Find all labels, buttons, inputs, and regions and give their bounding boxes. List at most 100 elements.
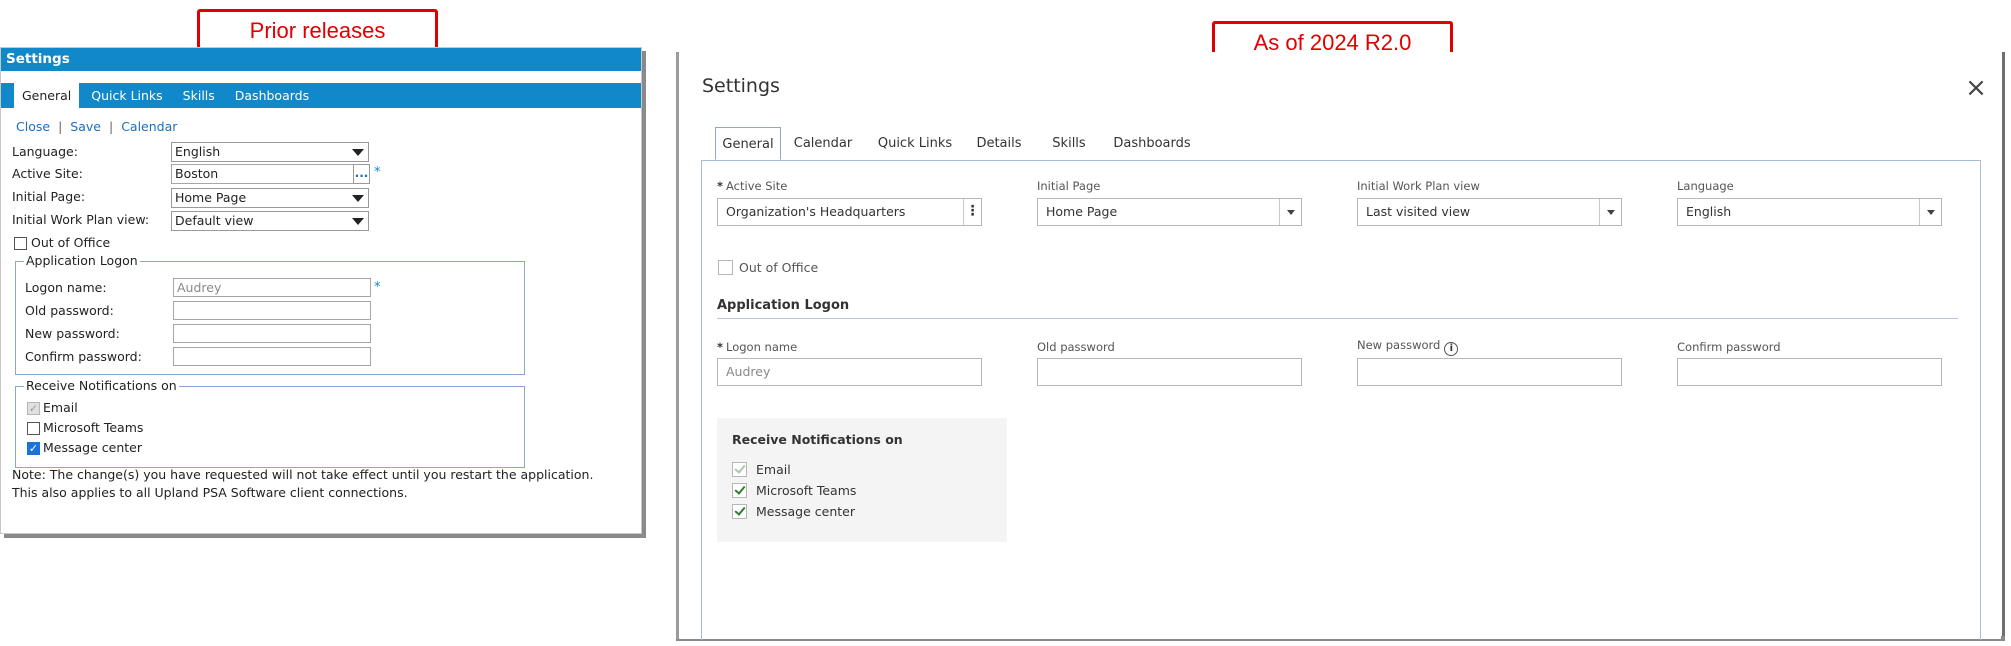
email-label: Email (756, 462, 791, 477)
old-confirm-password-label: Confirm password: (25, 349, 142, 364)
old-new-password-input[interactable] (173, 324, 371, 343)
message-center-checkbox[interactable] (732, 504, 747, 519)
old-tab-skills[interactable]: Skills (175, 83, 223, 108)
language-select[interactable]: English (1677, 198, 1942, 226)
new-password-label: New password i (1357, 338, 1459, 356)
email-checkbox[interactable] (732, 462, 747, 477)
old-teams-checkbox[interactable] (27, 422, 40, 435)
link-separator: | (108, 119, 114, 134)
old-logon-name-value: Audrey (177, 280, 222, 295)
more-vertical-icon[interactable]: ⋮ (963, 199, 981, 225)
confirm-password-input[interactable] (1677, 358, 1942, 386)
old-workplan-label: Initial Work Plan view: (12, 212, 150, 227)
old-language-select[interactable]: English (171, 142, 369, 162)
new-tab-quick-links[interactable]: Quick Links (875, 127, 955, 160)
notifications-panel: Receive Notifications on Email Microsoft… (717, 418, 1007, 542)
chevron-down-icon (1599, 199, 1621, 225)
initial-page-select[interactable]: Home Page (1037, 198, 1302, 226)
old-active-site-value: Boston (175, 166, 219, 181)
old-tab-bar: General Quick Links Skills Dashboards (1, 83, 641, 108)
notifications-heading: Receive Notifications on (732, 432, 903, 447)
old-language-label: Language: (12, 144, 78, 159)
new-window-shadow-right (2002, 52, 2005, 639)
old-logon-name-label: Logon name: (25, 280, 107, 295)
old-workplan-select[interactable]: Default view (171, 211, 369, 231)
old-confirm-password-input[interactable] (173, 347, 371, 366)
old-password-label: Old password (1037, 340, 1115, 354)
new-password-input[interactable] (1357, 358, 1622, 386)
out-of-office-label: Out of Office (739, 260, 819, 275)
old-out-of-office-label: Out of Office (31, 235, 111, 250)
initial-page-label: Initial Page (1037, 179, 1101, 193)
old-save-link[interactable]: Save (70, 119, 101, 134)
old-initial-page-select[interactable]: Home Page (171, 188, 369, 208)
old-logon-name-input[interactable]: Audrey (173, 278, 371, 297)
required-marker: * (374, 280, 381, 295)
chevron-down-icon (352, 195, 364, 202)
old-note-line-1: Note: The change(s) you have requested w… (12, 467, 594, 482)
old-tab-dashboards[interactable]: Dashboards (227, 83, 317, 108)
out-of-office-checkbox[interactable] (718, 260, 733, 275)
required-marker: * (717, 179, 724, 193)
initial-page-value: Home Page (1046, 204, 1118, 219)
workplan-value: Last visited view (1366, 204, 1471, 219)
application-logon-heading: Application Logon (717, 298, 850, 313)
old-initial-page-label: Initial Page: (12, 189, 86, 204)
new-general-panel (701, 160, 1981, 640)
section-divider (717, 318, 1958, 319)
chevron-down-icon (352, 218, 364, 225)
old-initial-page-value: Home Page (175, 190, 247, 205)
new-tab-dashboards[interactable]: Dashboards (1111, 127, 1193, 160)
link-separator: | (58, 119, 63, 134)
old-action-links: Close | Save | Calendar (16, 119, 177, 134)
language-label: Language (1677, 179, 1734, 193)
old-settings-window: Settings General Quick Links Skills Dash… (0, 47, 642, 534)
new-settings-window: Settings × General Calendar Quick Links … (676, 52, 2001, 640)
workplan-select[interactable]: Last visited view (1357, 198, 1622, 226)
old-notifications-legend: Receive Notifications on (24, 378, 179, 394)
teams-checkbox[interactable] (732, 483, 747, 498)
active-site-field[interactable]: Organization's Headquarters ⋮ (717, 198, 982, 226)
confirm-password-label: Confirm password (1677, 340, 1781, 354)
old-tab-general[interactable]: General (14, 83, 80, 108)
old-tab-quick-links[interactable]: Quick Links (83, 83, 170, 108)
old-restart-note: Note: The change(s) you have requested w… (12, 466, 593, 502)
old-site-browse-button[interactable]: ... (353, 164, 370, 184)
old-window-title: Settings (1, 48, 641, 71)
old-old-password-label: Old password: (25, 303, 114, 318)
language-value: English (1686, 204, 1732, 219)
chevron-down-icon (1279, 199, 1301, 225)
teams-label: Microsoft Teams (756, 483, 857, 498)
new-tab-skills[interactable]: Skills (1045, 127, 1093, 160)
old-new-password-label: New password: (25, 326, 120, 341)
close-icon[interactable]: × (1965, 75, 1987, 101)
message-center-label: Message center (756, 504, 855, 519)
old-active-site-input[interactable]: Boston (171, 164, 354, 184)
old-workplan-value: Default view (175, 213, 254, 228)
old-password-input[interactable] (1037, 358, 1302, 386)
new-tab-general[interactable]: General (715, 127, 781, 160)
old-note-line-2: This also applies to all Upland PSA Soft… (12, 485, 408, 500)
old-old-password-input[interactable] (173, 301, 371, 320)
logon-name-label: * Logon name (717, 340, 797, 354)
new-tab-calendar[interactable]: Calendar (791, 127, 855, 160)
new-tab-details[interactable]: Details (971, 127, 1027, 160)
old-close-link[interactable]: Close (16, 119, 50, 134)
info-icon[interactable]: i (1444, 342, 1459, 356)
new-password-label-text: New password (1357, 338, 1441, 352)
workplan-label: Initial Work Plan view (1357, 179, 1480, 193)
old-email-label: Email (43, 400, 78, 415)
logon-name-input[interactable]: Audrey (717, 358, 982, 386)
old-out-of-office-checkbox[interactable] (14, 237, 27, 250)
required-marker: * (374, 165, 381, 180)
old-teams-label: Microsoft Teams (43, 420, 144, 435)
old-message-center-label: Message center (43, 440, 142, 455)
chevron-down-icon (352, 149, 364, 156)
old-email-checkbox[interactable]: ✓ (27, 402, 40, 415)
prior-releases-callout: Prior releases (197, 9, 438, 52)
old-message-center-checkbox[interactable]: ✓ (27, 442, 40, 455)
old-calendar-link[interactable]: Calendar (121, 119, 177, 134)
active-site-label: * Active Site (717, 179, 787, 193)
old-language-value: English (175, 144, 221, 159)
logon-name-label-text: Logon name (726, 340, 798, 354)
